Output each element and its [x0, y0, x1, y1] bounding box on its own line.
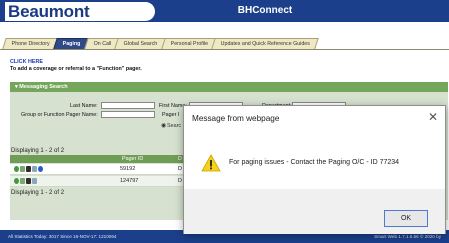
row-action-icons	[14, 178, 37, 184]
header-bar: Beaumont BHConnect	[0, 0, 449, 22]
person-icon[interactable]	[20, 166, 25, 172]
group-pager-label: Group or Function Pager Name:	[21, 112, 98, 118]
d-column-header: D	[178, 156, 182, 162]
message-icon[interactable]	[32, 166, 37, 172]
table-row[interactable]: 124797 D	[10, 176, 185, 187]
page: { "header": {"logo": "Beaumont", "app_ti…	[0, 0, 449, 243]
tab-divider	[0, 49, 449, 50]
tab-strip: Phone Directory Paging On Call Global Se…	[2, 38, 320, 49]
tab-phone-directory[interactable]: Phone Directory	[2, 38, 59, 49]
info-icon[interactable]	[38, 166, 43, 172]
tab-personal-profile[interactable]: Personal Profile	[161, 38, 218, 49]
tab-global-search[interactable]: Global Search	[114, 38, 167, 49]
tab-updates-guides[interactable]: Updates and Quick Reference Guides	[211, 38, 320, 49]
displaying-count-bottom: Displaying 1 - 2 of 2	[11, 190, 65, 196]
search-button[interactable]: Searc	[167, 123, 181, 129]
pager-id-label: Pager I	[162, 112, 180, 118]
refresh-icon[interactable]	[14, 178, 19, 184]
pager-icon[interactable]	[26, 166, 31, 172]
ok-button[interactable]: OK	[384, 210, 428, 227]
row-action-icons	[14, 166, 43, 172]
footer-statistics: All Statistics Today: 3017 Since 16-NOV-…	[8, 234, 117, 239]
message-icon[interactable]	[32, 178, 37, 184]
pager-id-cell: 59192	[120, 166, 136, 172]
search-panel-header: ▾ Messaging Search	[10, 82, 448, 92]
results-table-header	[10, 155, 185, 163]
group-pager-input[interactable]	[101, 111, 155, 118]
displaying-count-top: Displaying 1 - 2 of 2	[11, 148, 65, 154]
person-icon[interactable]	[20, 178, 25, 184]
beaumont-logo: Beaumont	[5, 2, 155, 21]
dialog-title: Message from webpage	[192, 114, 280, 123]
table-row[interactable]: 59192 D	[10, 164, 185, 175]
dialog-message: For paging issues - Contact the Paging O…	[229, 159, 400, 166]
message-dialog: Message from webpage ✕ For paging issues…	[183, 105, 446, 234]
warning-icon	[201, 154, 221, 172]
pager-id-cell: 124797	[120, 178, 139, 184]
d-cell: D	[178, 178, 182, 184]
pager-id-column-header[interactable]: Pager ID	[122, 155, 143, 163]
instruction-text: To add a coverage or referral to a "Func…	[10, 66, 142, 72]
search-panel-title: Messaging Search	[19, 84, 68, 90]
refresh-icon[interactable]	[14, 166, 19, 172]
binoculars-icon[interactable]: ◉	[161, 122, 166, 129]
click-here-link[interactable]: CLICK HERE	[10, 59, 43, 65]
app-title: BHConnect	[237, 5, 293, 16]
last-name-label: Last Name:	[70, 103, 98, 109]
pager-icon[interactable]	[26, 178, 31, 184]
close-icon[interactable]: ✕	[428, 110, 438, 124]
d-cell: D	[178, 166, 182, 172]
last-name-input[interactable]	[101, 102, 155, 109]
